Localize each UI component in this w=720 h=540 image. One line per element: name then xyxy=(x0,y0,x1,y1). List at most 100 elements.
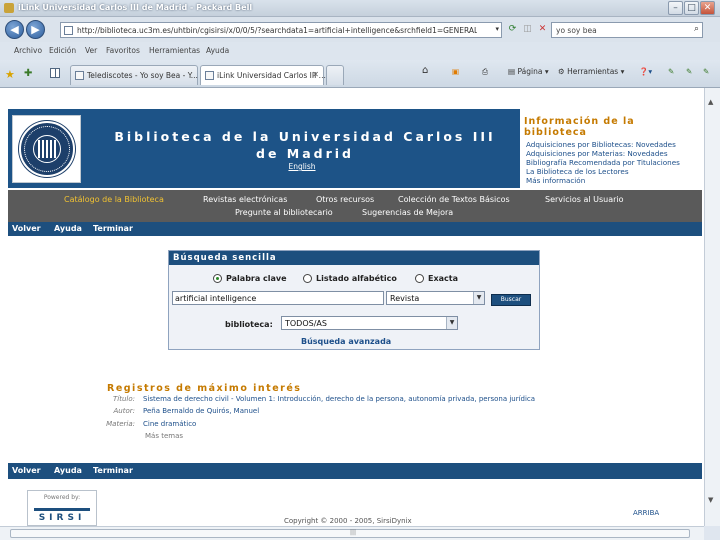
terminar-link[interactable]: Terminar xyxy=(93,224,133,233)
maximize-button[interactable]: □ xyxy=(684,1,699,15)
library-select[interactable]: TODOS/AS ▼ xyxy=(281,316,458,330)
vertical-scrollbar[interactable]: ▲ ▼ xyxy=(704,88,720,526)
result-link[interactable]: Peña Bernaldo de Quirós, Manuel xyxy=(143,407,259,415)
home-icon[interactable]: ⌂ xyxy=(422,65,428,76)
ayuda-link[interactable]: Ayuda xyxy=(54,224,82,233)
result-key: Materia: xyxy=(106,420,135,428)
quick-tabs-icon[interactable] xyxy=(50,68,60,78)
refresh-icon[interactable]: ⟳ xyxy=(505,22,520,38)
nav-servicios[interactable]: Servicios al Usuario xyxy=(545,195,624,204)
volver-link[interactable]: Volver xyxy=(12,224,41,233)
info-link-lectores[interactable]: La Biblioteca de los Lectores xyxy=(526,167,629,176)
main-nav: Catálogo de la Biblioteca Revistas elect… xyxy=(8,190,702,222)
menu-file[interactable]: Archivo xyxy=(14,46,42,55)
result-key: Título: xyxy=(113,395,135,403)
horizontal-scrollbar[interactable]: ||| xyxy=(0,526,704,540)
search-panel-header: Búsqueda sencilla xyxy=(169,251,539,265)
tab-telediscotes[interactable]: Telediscotes - Yo soy Bea - Y... xyxy=(70,65,198,85)
translate-icon[interactable]: ✎ xyxy=(686,67,692,76)
advanced-search-link[interactable]: Búsqueda avanzada xyxy=(301,337,391,346)
result-link[interactable]: Cine dramático xyxy=(143,420,196,428)
print-icon[interactable]: ⎙ xyxy=(482,67,488,77)
nav-revistas[interactable]: Revistas electrónicas xyxy=(203,195,287,204)
info-link-mas[interactable]: Más información xyxy=(526,176,585,185)
result-key: Autor: xyxy=(113,407,136,415)
tab-label: iLink Universidad Carlos III ... xyxy=(217,71,326,80)
address-input[interactable]: http://biblioteca.uc3m.es/uhtbin/cgisirs… xyxy=(60,22,502,38)
search-type-select[interactable]: Revista ▼ xyxy=(386,291,485,305)
radio-exacta[interactable] xyxy=(415,274,424,283)
favorites-star-icon[interactable]: ★ xyxy=(5,68,15,81)
copyright-text: Copyright © 2000 - 2005, SirsiDynix xyxy=(284,517,412,525)
tab-ilink[interactable]: iLink Universidad Carlos III ... ✕ xyxy=(200,65,326,85)
help-icon[interactable]: ❓▾ xyxy=(639,67,652,76)
tab-close-icon[interactable]: ✕ xyxy=(312,70,319,79)
menu-edit[interactable]: Edición xyxy=(49,46,76,55)
nav-textos-basicos[interactable]: Colección de Textos Básicos xyxy=(398,195,510,204)
new-tab[interactable] xyxy=(326,65,344,85)
back-button[interactable]: ◀ xyxy=(5,20,24,39)
minimize-button[interactable]: – xyxy=(668,1,683,15)
radio-listado-alfabetico[interactable] xyxy=(303,274,312,283)
search-term-input[interactable]: artificial intelligence xyxy=(172,291,384,305)
terminar-link[interactable]: Terminar xyxy=(93,466,133,475)
footer-nav: Volver Ayuda Terminar xyxy=(8,463,702,479)
scroll-grip-icon: ||| xyxy=(350,529,357,536)
ayuda-link[interactable]: Ayuda xyxy=(54,466,82,475)
tabbar: ★ ✚ Telediscotes - Yo soy Bea - Y... iLi… xyxy=(0,60,720,88)
scroll-up-icon[interactable]: ▲ xyxy=(708,98,713,106)
add-favorite-icon[interactable]: ✚ xyxy=(24,68,32,79)
sub-nav: Volver Ayuda Terminar xyxy=(8,222,702,236)
url-text: http://biblioteca.uc3m.es/uhtbin/cgisirs… xyxy=(77,26,477,35)
radio-palabra-clave[interactable] xyxy=(213,274,222,283)
search-input-text: yo soy bea xyxy=(556,26,597,35)
volver-link[interactable]: Volver xyxy=(12,466,41,475)
more-topics-link[interactable]: Más temas xyxy=(145,432,183,440)
library-label: biblioteca: xyxy=(225,320,273,329)
radio-label-listado: Listado alfabético xyxy=(316,274,397,283)
nav-sugerencias[interactable]: Sugerencias de Mejora xyxy=(362,208,453,217)
search-button[interactable]: Buscar xyxy=(491,294,531,306)
nav-catalogo[interactable]: Catálogo de la Biblioteca xyxy=(64,195,164,204)
browser-icon xyxy=(4,3,14,13)
search-term-value: artificial intelligence xyxy=(175,294,257,303)
search-icon[interactable]: ⌕ xyxy=(694,24,699,34)
forward-button[interactable]: ▶ xyxy=(26,20,45,39)
scroll-down-icon[interactable]: ▼ xyxy=(708,496,713,504)
back-to-top-link[interactable]: ARRIBA xyxy=(633,509,659,517)
results-heading: Registros de máximo interés xyxy=(107,383,302,394)
chevron-down-icon: ▼ xyxy=(446,317,457,329)
info-link-bibliografia[interactable]: Bibliografía Recomendada por Titulacione… xyxy=(526,158,680,167)
library-value: TODOS/AS xyxy=(285,319,327,328)
window-title: iLink Universidad Carlos III de Madrid -… xyxy=(18,3,253,12)
menu-view[interactable]: Ver xyxy=(85,46,97,55)
page-menu-label: Página xyxy=(517,67,543,76)
result-link[interactable]: Sistema de derecho civil - Volumen 1: In… xyxy=(143,395,535,403)
nav-otros-recursos[interactable]: Otros recursos xyxy=(316,195,374,204)
nav-pregunte[interactable]: Pregunte al bibliotecario xyxy=(235,208,333,217)
powered-by-label: Powered by: xyxy=(43,494,81,501)
english-link[interactable]: English xyxy=(287,162,317,171)
chevron-down-icon: ▼ xyxy=(473,292,484,304)
tab-page-icon xyxy=(205,71,214,80)
research-icon[interactable]: ✎ xyxy=(668,67,674,76)
close-button[interactable]: ✕ xyxy=(700,1,715,15)
search-type-value: Revista xyxy=(390,294,420,303)
search-input[interactable]: yo soy bea ⌕ xyxy=(551,22,703,38)
menu-help[interactable]: Ayuda xyxy=(206,46,229,55)
stop-icon[interactable]: ✕ xyxy=(535,22,550,38)
search-panel-title: Búsqueda sencilla xyxy=(173,253,277,263)
compat-icon[interactable]: ◫ xyxy=(520,22,535,38)
page-menu[interactable]: ▤ Página ▾ xyxy=(508,67,549,76)
menu-favorites[interactable]: Favoritos xyxy=(106,46,140,55)
feeds-icon[interactable]: ▣ xyxy=(452,67,459,76)
info-link-novedades-bibliotecas[interactable]: Adquisiciones por Bibliotecas: Novedades xyxy=(526,140,676,149)
simple-search-panel: Búsqueda sencilla Palabra clave Listado … xyxy=(168,250,540,350)
tools-menu-label: Herramientas xyxy=(567,67,619,76)
tools-menu[interactable]: ⚙ Herramientas ▾ xyxy=(558,67,624,76)
info-link-novedades-materias[interactable]: Adquisiciones por Materias: Novedades xyxy=(526,149,668,158)
menubar: Archivo Edición Ver Favoritos Herramient… xyxy=(0,42,720,60)
menu-tools[interactable]: Herramientas xyxy=(149,46,200,55)
blog-icon[interactable]: ✎ xyxy=(703,67,709,76)
address-dropdown-icon[interactable]: ▾ xyxy=(495,25,499,33)
